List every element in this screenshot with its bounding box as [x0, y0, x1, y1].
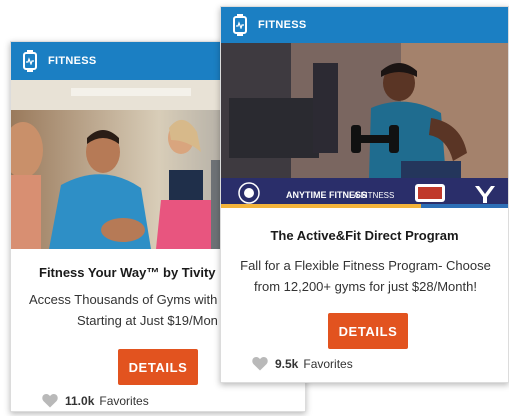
- card-photo-gym-dumbbell[interactable]: ANYTIME FITNESS LA FITNESS: [221, 43, 508, 208]
- details-button[interactable]: DETAILS: [328, 313, 408, 349]
- gym-logo-la-fitness: LA FITNESS: [349, 191, 394, 200]
- offer-card-active-fit[interactable]: FITNESS ANYTIME FITNESS LA FITNESS The A…: [220, 6, 509, 383]
- favorites[interactable]: 11.0k Favorites: [42, 393, 149, 408]
- heart-icon[interactable]: [42, 393, 58, 408]
- favorites-label: Favorites: [303, 356, 353, 371]
- card-description-line: Fall for a Flexible Fitness Program- Cho…: [240, 258, 491, 273]
- heart-icon[interactable]: [252, 356, 268, 371]
- favorites[interactable]: 9.5k Favorites: [252, 356, 353, 371]
- card-description: Fall for a Flexible Fitness Program- Cho…: [221, 255, 508, 297]
- card-description-line: from 12,200+ gyms for just $28/Month!: [254, 279, 477, 294]
- fitness-watch-icon: [233, 14, 247, 36]
- favorites-count: 9.5k: [275, 356, 299, 371]
- favorites-count: 11.0k: [65, 393, 95, 408]
- card-header: FITNESS: [221, 7, 508, 43]
- details-button[interactable]: DETAILS: [118, 349, 198, 385]
- card-category: FITNESS: [258, 19, 307, 31]
- card-title[interactable]: Fitness Your Way™ by Tivity: [39, 265, 216, 280]
- fitness-watch-icon: [23, 50, 37, 72]
- offer-carousel: FITNESS Fitness Your Way™ by Tivity Acce…: [0, 0, 509, 416]
- card-category: FITNESS: [48, 55, 97, 67]
- card-title[interactable]: The Active&Fit Direct Program: [221, 228, 508, 243]
- favorites-label: Favorites: [99, 393, 149, 408]
